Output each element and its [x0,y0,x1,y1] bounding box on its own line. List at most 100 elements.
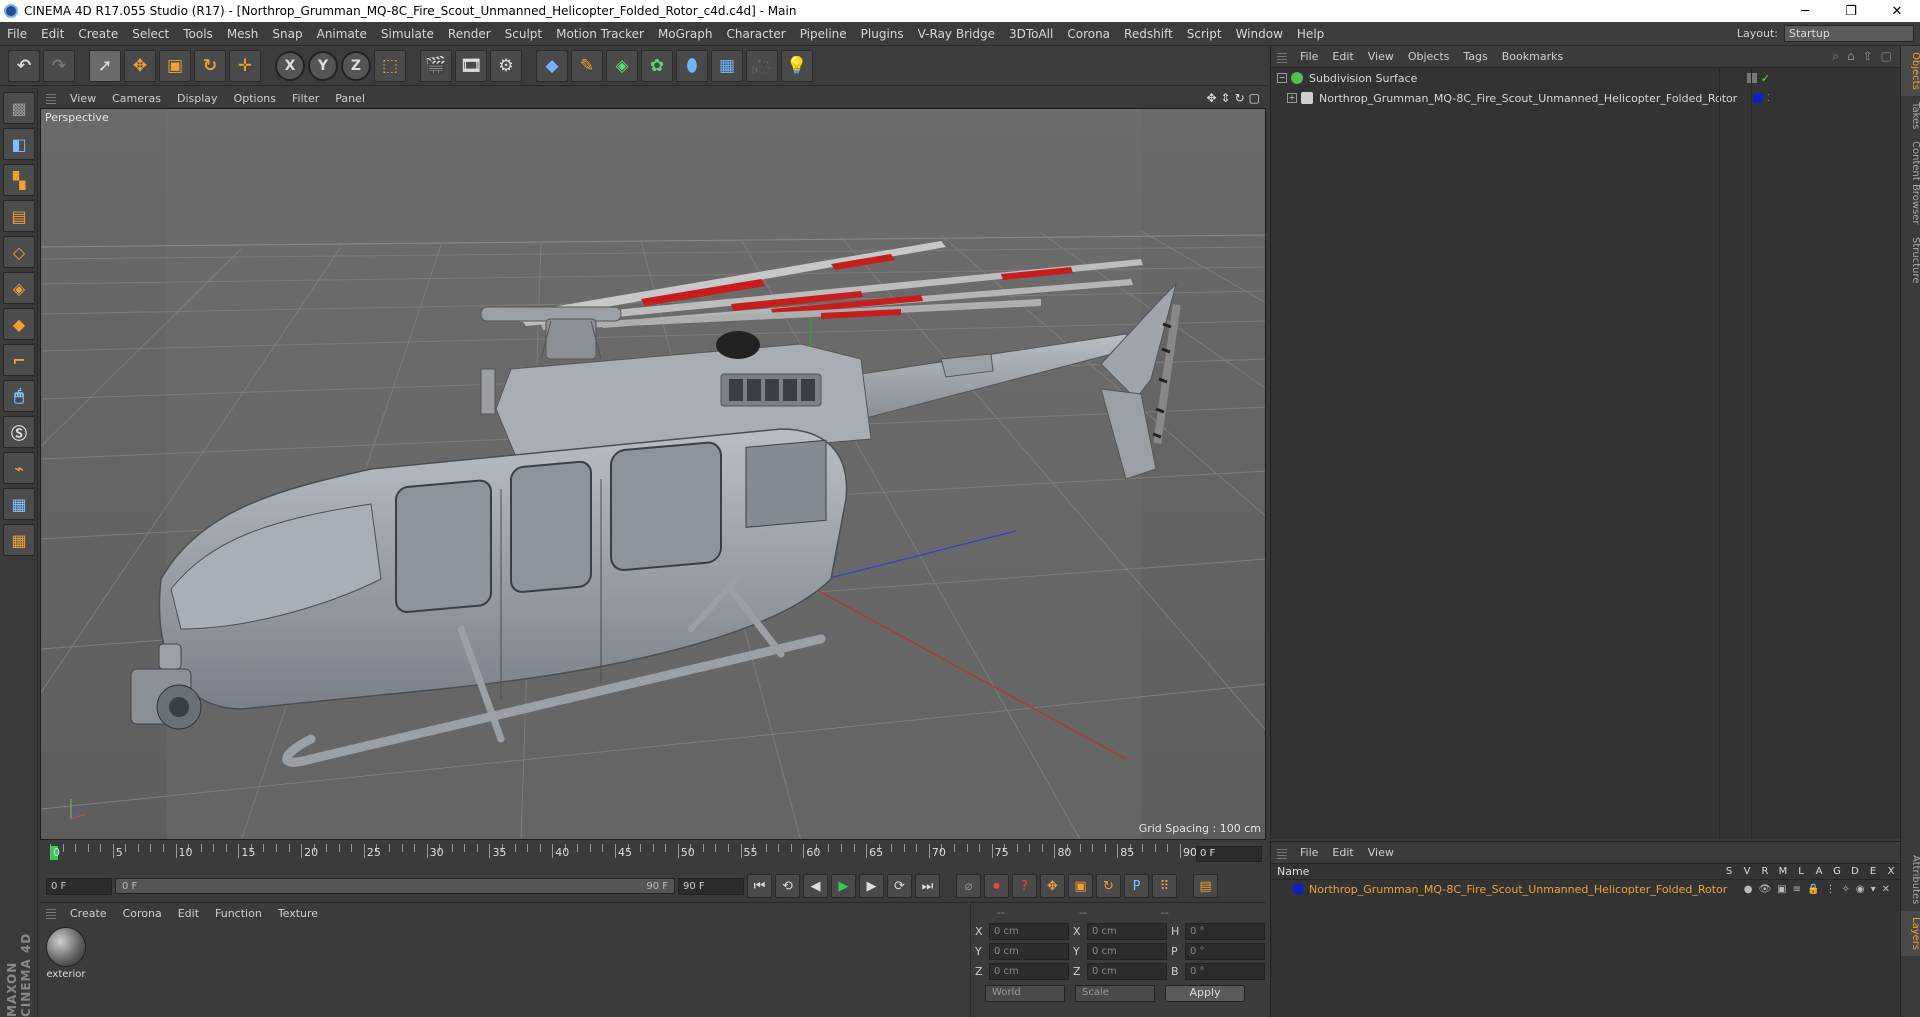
layers-menu-file[interactable]: File [1293,846,1325,859]
menu-script[interactable]: Script [1180,27,1229,41]
key-rotation-icon[interactable]: ↻ [1096,874,1121,898]
objects-menu-file[interactable]: File [1293,50,1325,63]
objects-menu-view[interactable]: View [1361,50,1401,63]
menu-animate[interactable]: Animate [310,27,374,41]
menu-edit[interactable]: Edit [34,27,71,41]
floor-environment-icon[interactable]: ▦ [711,49,743,82]
start-frame-field[interactable]: 0 F [46,877,112,895]
points-mode-icon[interactable]: ◇ [3,236,35,268]
zoom-view-icon[interactable]: ⇕ [1221,91,1231,105]
menu-sculpt[interactable]: Sculpt [498,27,549,41]
previous-key-icon[interactable]: ⟲ [775,874,800,898]
viewport-menu-options[interactable]: Options [226,92,284,105]
maximize-button[interactable]: ❐ [1828,4,1874,19]
undo-icon[interactable]: ↶ [8,49,40,82]
timeline-ruler[interactable]: 0 5 10 15 20 25 30 35 40 45 50 55 60 65 70 75 80 85 90 0 F [40,842,1266,872]
rotation-b-field[interactable]: 0 ° [1185,962,1265,980]
pen-spline-icon[interactable]: ✎ [571,49,603,82]
tab-layers[interactable]: Layers [1901,910,1920,956]
menu-redshift[interactable]: Redshift [1117,27,1180,41]
menu-character[interactable]: Character [719,27,792,41]
objects-menu-bookmarks[interactable]: Bookmarks [1495,50,1570,63]
orbit-view-icon[interactable]: ↻ [1235,91,1245,105]
live-selection-icon[interactable]: ➚ [89,49,121,82]
tab-content-browser[interactable]: Content Browser [1901,135,1920,230]
solo-mode-icon[interactable]: Ⓢ [3,416,35,448]
layer-color-swatch[interactable] [1752,93,1763,103]
key-scale-icon[interactable]: ▣ [1068,874,1093,898]
tab-objects[interactable]: Objects [1901,46,1920,96]
panel-grip-icon[interactable] [1277,50,1287,63]
render-view-icon[interactable]: 🎬 [420,49,452,82]
texture-mode-icon[interactable]: ▚ [3,164,35,196]
material-swatch[interactable]: exterior [44,927,88,987]
position-x-field[interactable]: 0 cm [989,922,1069,940]
camera-icon[interactable]: 🎥 [746,49,778,82]
render-to-picture-viewer-icon[interactable]: 🎞 [455,49,487,82]
record-active-objects-icon[interactable]: ⌀ [956,874,981,898]
size-y-field[interactable]: 0 cm [1087,942,1167,960]
position-y-field[interactable]: 0 cm [989,942,1069,960]
expand-icon[interactable]: + [1287,93,1297,103]
axis-mode-icon[interactable]: ⌐ [3,344,35,376]
next-frame-icon[interactable]: ▶ [859,874,884,898]
timeline-window-icon[interactable]: ▤ [1193,874,1218,898]
xref-toggle-icon[interactable]: ✕ [1882,884,1890,895]
object-row-subdivision[interactable]: − Subdivision Surface ✓ [1271,68,1900,88]
render-settings-icon[interactable]: ⚙ [490,49,522,82]
rotation-p-field[interactable]: 0 ° [1185,942,1265,960]
layout-dropdown[interactable]: Startup [1784,25,1914,42]
menu-tools[interactable]: Tools [176,27,220,41]
material-menu-corona[interactable]: Corona [115,907,170,920]
apply-button[interactable]: Apply [1165,985,1245,1002]
new-view-icon[interactable]: ▢ [1881,49,1892,64]
rotate-tool-icon[interactable]: ↻ [194,49,226,82]
solo-toggle-icon[interactable]: ● [1744,884,1753,895]
play-forward-icon[interactable]: ▶ [831,874,856,898]
tab-takes[interactable]: Takes [1901,96,1920,135]
material-menu-function[interactable]: Function [207,907,270,920]
enabled-check-icon[interactable]: ✓ [1761,72,1770,85]
view-toggle-icon[interactable]: 👁 [1758,884,1771,895]
panel-grip-icon[interactable] [1277,846,1287,859]
menu-pipeline[interactable]: Pipeline [793,27,854,41]
objects-menu-objects[interactable]: Objects [1401,50,1457,63]
make-editable-icon[interactable]: ▩ [3,92,35,124]
previous-frame-icon[interactable]: ◀ [803,874,828,898]
frame-ruler[interactable]: 0 5 10 15 20 25 30 35 40 45 50 55 60 65 70 75 80 85 90 [50,844,1197,870]
menu-window[interactable]: Window [1229,27,1290,41]
keyframe-selection-icon[interactable]: ? [1012,874,1037,898]
recent-tool-icon[interactable]: ✛ [229,49,261,82]
viewport-menu-panel[interactable]: Panel [327,92,373,105]
planar-workplane-icon[interactable]: ▦ [3,524,35,556]
current-frame-field[interactable]: 0 F [1196,846,1262,862]
generator-toggle-icon[interactable]: ✧ [1841,884,1849,895]
coordinate-mode-dropdown[interactable]: Scale [1075,985,1155,1002]
pan-view-icon[interactable]: ✥ [1206,91,1216,105]
menu-create[interactable]: Create [71,27,125,41]
go-to-end-icon[interactable]: ⏭ [915,874,940,898]
material-menu-texture[interactable]: Texture [270,907,326,920]
menu-corona[interactable]: Corona [1060,27,1117,41]
coordinate-system-icon[interactable]: ⬚ [374,49,406,82]
layer-color-swatch[interactable] [1293,884,1303,894]
menu-vray-bridge[interactable]: V-Ray Bridge [911,27,1002,41]
panel-grip-icon[interactable] [46,907,56,919]
toggle-view-icon[interactable]: ▢ [1249,91,1260,105]
material-menu-create[interactable]: Create [62,907,115,920]
redo-icon[interactable]: ↷ [43,49,75,82]
menu-mograph[interactable]: MoGraph [651,27,720,41]
edges-mode-icon[interactable]: ◈ [3,272,35,304]
expression-toggle-icon[interactable]: ▾ [1871,884,1876,895]
layers-menu-view[interactable]: View [1361,846,1401,859]
array-generator-icon[interactable]: ✿ [641,49,673,82]
search-icon[interactable]: ⌕ [1832,49,1839,64]
perspective-viewport[interactable]: Perspective Grid Spacing : 100 cm [40,108,1266,840]
manager-toggle-icon[interactable]: ≡ [1793,884,1801,895]
coordinate-space-dropdown[interactable]: World [985,985,1065,1002]
menu-motion-tracker[interactable]: Motion Tracker [549,27,651,41]
layers-menu-edit[interactable]: Edit [1325,846,1360,859]
lock-toggle-icon[interactable]: 🔒 [1807,884,1819,895]
menu-select[interactable]: Select [125,27,176,41]
size-x-field[interactable]: 0 cm [1087,922,1167,940]
